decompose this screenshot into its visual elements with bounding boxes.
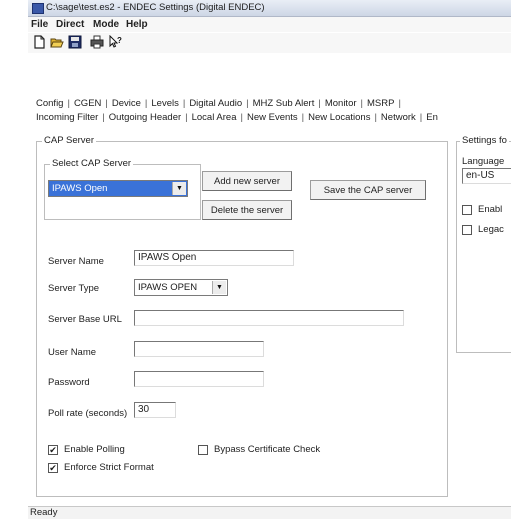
cap-server-group-title: CAP Server	[42, 135, 96, 146]
user-name-label: User Name	[48, 347, 97, 358]
tab-cgen[interactable]: CGEN	[74, 98, 101, 109]
chevron-down-icon[interactable]: ▼	[172, 182, 186, 195]
select-server-group-title: Select CAP Server	[50, 158, 134, 169]
tab-new-locations[interactable]: New Locations	[308, 112, 370, 123]
window-title: C:\sage\test.es2 - ENDEC Settings (Digit…	[46, 2, 265, 13]
settings-checkbox-1[interactable]	[462, 205, 472, 215]
tab-row-2: Incoming Filter | Outgoing Header | Local Ar…	[36, 112, 438, 123]
tab-en[interactable]: En	[426, 112, 438, 123]
menu-file[interactable]: File	[31, 19, 48, 30]
tab-config[interactable]: Config	[36, 98, 63, 109]
tab-msrp[interactable]: MSRP	[367, 98, 394, 109]
status-text: Ready	[30, 507, 58, 518]
tab-network[interactable]: Network	[381, 112, 416, 123]
tab-row-1: Config | CGEN | Device | Levels | Digital Audio |…	[36, 98, 401, 109]
bypass-cert-checkbox[interactable]	[198, 445, 208, 455]
delete-server-button[interactable]: Delete the server	[202, 200, 292, 220]
cap-server-select-value: IPAWS Open	[52, 183, 108, 194]
tab-incoming-filter[interactable]: Incoming Filter	[36, 112, 98, 123]
server-name-field[interactable]: IPAWS Open	[134, 250, 294, 266]
language-field[interactable]: en-US	[462, 168, 511, 184]
new-file-icon[interactable]	[32, 35, 46, 49]
print-icon[interactable]	[90, 35, 104, 49]
tab-levels[interactable]: Levels	[151, 98, 178, 109]
cap-server-select[interactable]: IPAWS Open ▼	[48, 180, 188, 197]
tab-monitor[interactable]: Monitor	[325, 98, 357, 109]
tab-mhz-sub-alert[interactable]: MHZ Sub Alert	[253, 98, 315, 109]
password-field[interactable]	[134, 371, 264, 387]
user-name-field[interactable]	[134, 341, 264, 357]
poll-rate-label: Poll rate (seconds)	[48, 408, 128, 419]
svg-text:?: ?	[117, 36, 122, 45]
menu-direct[interactable]: Direct	[56, 19, 84, 30]
server-type-value: IPAWS OPEN	[138, 282, 198, 293]
tab-new-events[interactable]: New Events	[247, 112, 298, 123]
server-name-label: Server Name	[48, 256, 104, 267]
settings-checkbox-2-label: Legac	[478, 224, 504, 235]
language-label: Language	[462, 156, 505, 167]
tab-outgoing-header[interactable]: Outgoing Header	[109, 112, 181, 123]
title-bar: C:\sage\test.es2 - ENDEC Settings (Digit…	[28, 0, 511, 17]
chevron-down-icon[interactable]: ▼	[212, 281, 226, 294]
tab-container: Config | CGEN | Device | Levels | Digital Audio |…	[28, 54, 511, 510]
help-pointer-icon[interactable]: ?	[108, 35, 122, 49]
bypass-cert-label: Bypass Certificate Check	[214, 444, 321, 455]
add-server-button[interactable]: Add new server	[202, 171, 292, 191]
menu-bar: File Direct Mode Help	[28, 17, 511, 32]
tab-digital-audio[interactable]: Digital Audio	[189, 98, 242, 109]
poll-rate-field[interactable]: 30	[134, 402, 176, 418]
app-icon	[32, 3, 44, 14]
password-label: Password	[48, 377, 90, 388]
tab-local-area[interactable]: Local Area	[192, 112, 237, 123]
server-type-select[interactable]: IPAWS OPEN ▼	[134, 279, 228, 296]
base-url-field[interactable]	[134, 310, 404, 326]
open-folder-icon[interactable]	[50, 35, 64, 49]
status-bar: Ready	[28, 506, 511, 519]
tab-device[interactable]: Device	[112, 98, 141, 109]
menu-help[interactable]: Help	[126, 19, 148, 30]
settings-checkbox-2[interactable]	[462, 225, 472, 235]
screen-margin	[0, 0, 28, 518]
base-url-label: Server Base URL	[48, 314, 122, 325]
enable-polling-checkbox[interactable]: ✔	[48, 445, 58, 455]
server-type-label: Server Type	[48, 283, 100, 294]
toolbar: ?	[28, 33, 511, 53]
enable-polling-label: Enable Polling	[64, 444, 125, 455]
save-icon[interactable]	[68, 35, 82, 49]
settings-checkbox-1-label: Enabl	[478, 204, 503, 215]
save-cap-server-button[interactable]: Save the CAP server	[310, 180, 426, 200]
settings-group-title: Settings fo	[460, 135, 509, 146]
menu-mode[interactable]: Mode	[93, 19, 119, 30]
enforce-format-label: Enforce Strict Format	[64, 462, 154, 473]
enforce-format-checkbox[interactable]: ✔	[48, 463, 58, 473]
